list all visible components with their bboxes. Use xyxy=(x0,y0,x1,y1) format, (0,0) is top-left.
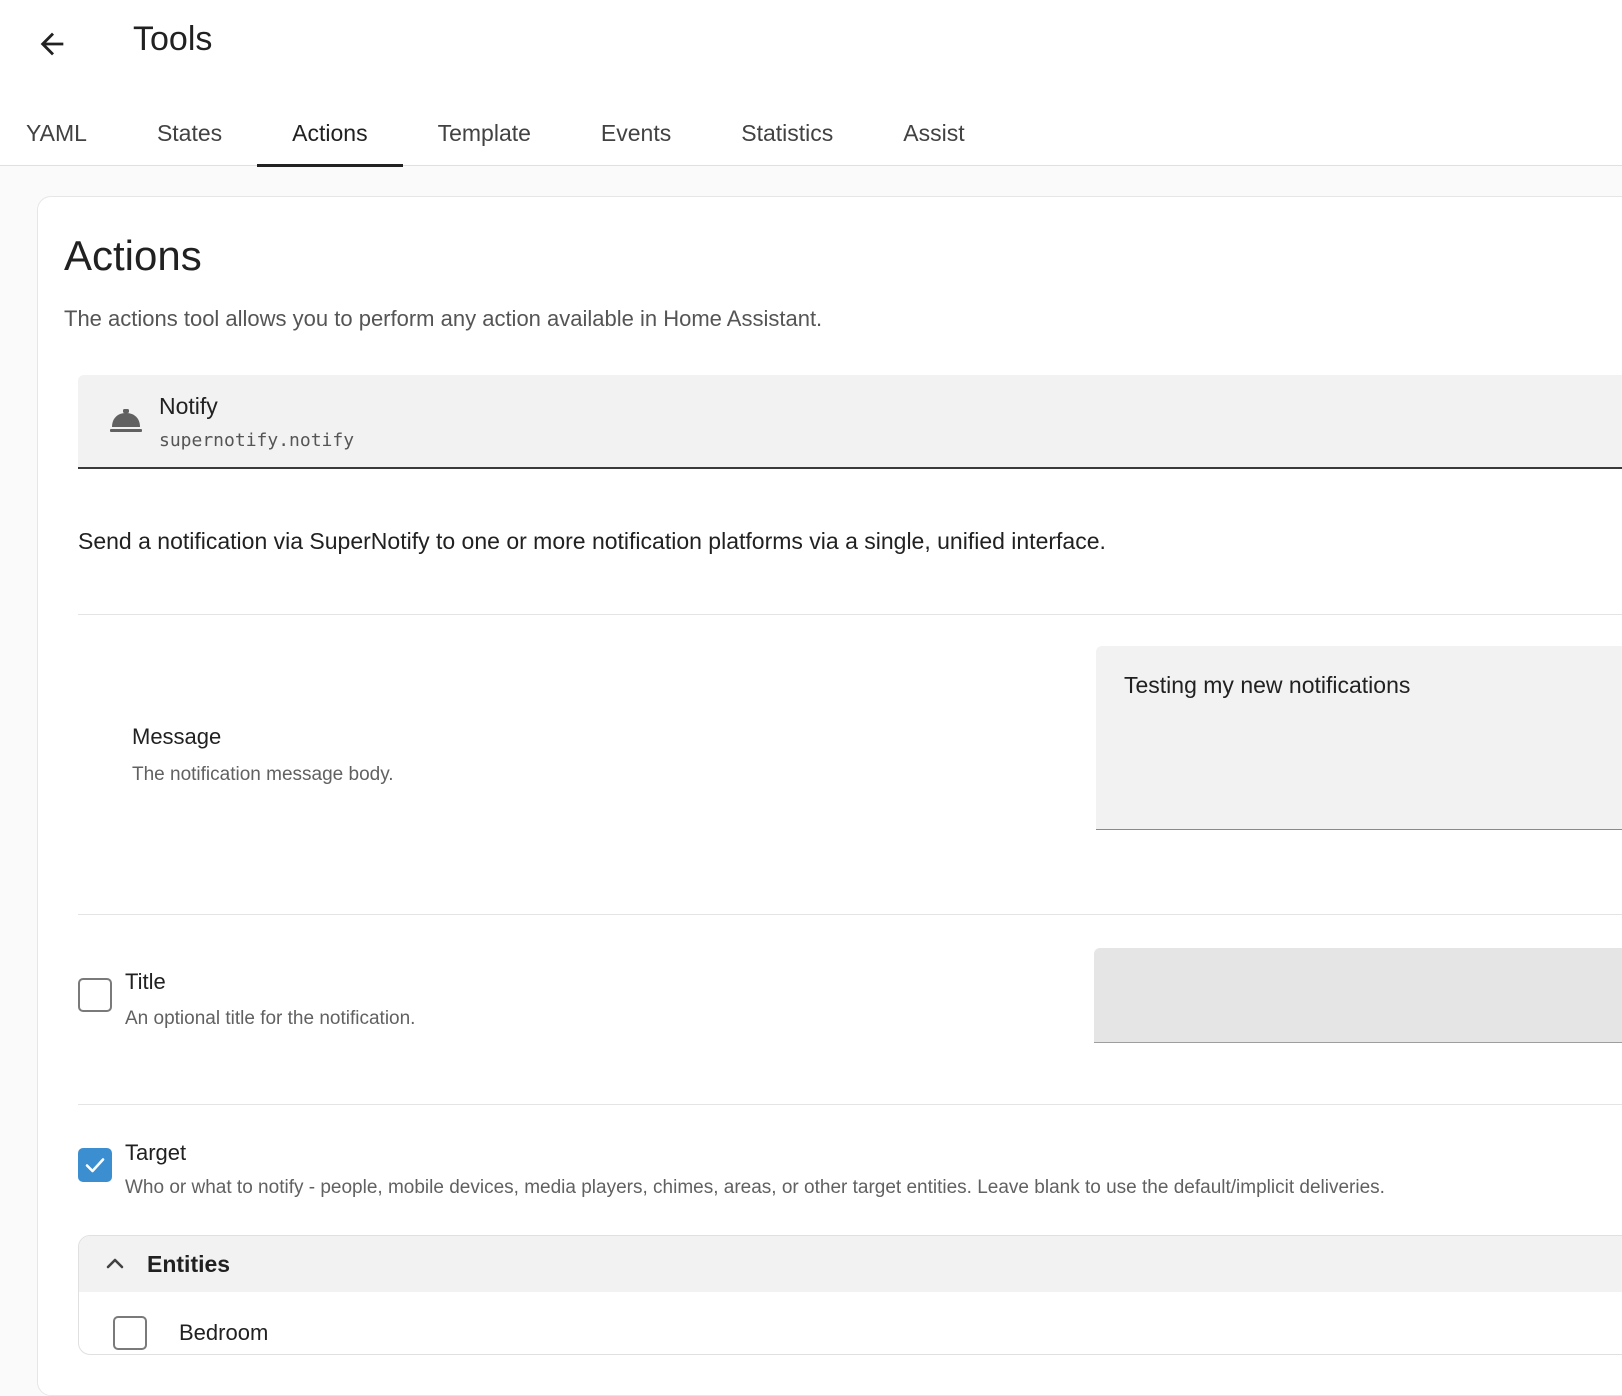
page-title: Tools xyxy=(133,20,213,58)
back-button[interactable] xyxy=(24,16,80,72)
arrow-left-icon xyxy=(40,32,64,56)
target-help: Who or what to notify - people, mobile d… xyxy=(125,1177,1385,1198)
entity-label: Bedroom xyxy=(179,1320,269,1345)
divider xyxy=(78,914,1622,915)
check-icon xyxy=(85,1158,105,1173)
bell-icon xyxy=(110,409,142,432)
title-checkbox[interactable] xyxy=(78,978,112,1012)
action-service-id: supernotify.notify xyxy=(159,430,355,451)
target-label: Target xyxy=(125,1140,187,1165)
service-description: Send a notification via SuperNotify to o… xyxy=(78,528,1106,554)
entities-panel: Entities Bedroom xyxy=(78,1235,1622,1355)
tab-template[interactable]: Template xyxy=(403,100,566,166)
tab-yaml[interactable]: YAML xyxy=(0,100,122,166)
divider xyxy=(78,1104,1622,1105)
action-picker[interactable]: Notify supernotify.notify xyxy=(78,375,1622,469)
message-label: Message xyxy=(132,724,222,749)
tab-actions[interactable]: Actions xyxy=(257,100,404,167)
card-title: Actions xyxy=(64,232,202,279)
tab-states[interactable]: States xyxy=(122,100,257,166)
top-app-bar: Tools YAML States Actions Template Event… xyxy=(0,0,1622,167)
target-checkbox[interactable] xyxy=(78,1148,112,1182)
action-name: Notify xyxy=(159,393,218,419)
chevron-up-icon xyxy=(106,1258,124,1269)
divider xyxy=(78,614,1622,615)
tab-statistics[interactable]: Statistics xyxy=(706,100,868,166)
title-help: An optional title for the notification. xyxy=(125,1008,416,1029)
message-help: The notification message body. xyxy=(132,764,394,785)
entity-row[interactable]: Bedroom xyxy=(113,1316,268,1350)
tab-assist[interactable]: Assist xyxy=(868,100,999,166)
title-input[interactable] xyxy=(1094,948,1622,1043)
message-textarea[interactable]: Testing my new notifications xyxy=(1096,646,1622,830)
tab-bar: YAML States Actions Template Events Stat… xyxy=(0,100,1000,167)
tab-events[interactable]: Events xyxy=(566,100,706,166)
title-label: Title xyxy=(125,969,166,994)
entity-checkbox[interactable] xyxy=(113,1316,147,1350)
entities-title: Entities xyxy=(147,1250,231,1277)
card-description: The actions tool allows you to perform a… xyxy=(64,306,823,331)
entities-header[interactable]: Entities xyxy=(79,1236,1622,1292)
